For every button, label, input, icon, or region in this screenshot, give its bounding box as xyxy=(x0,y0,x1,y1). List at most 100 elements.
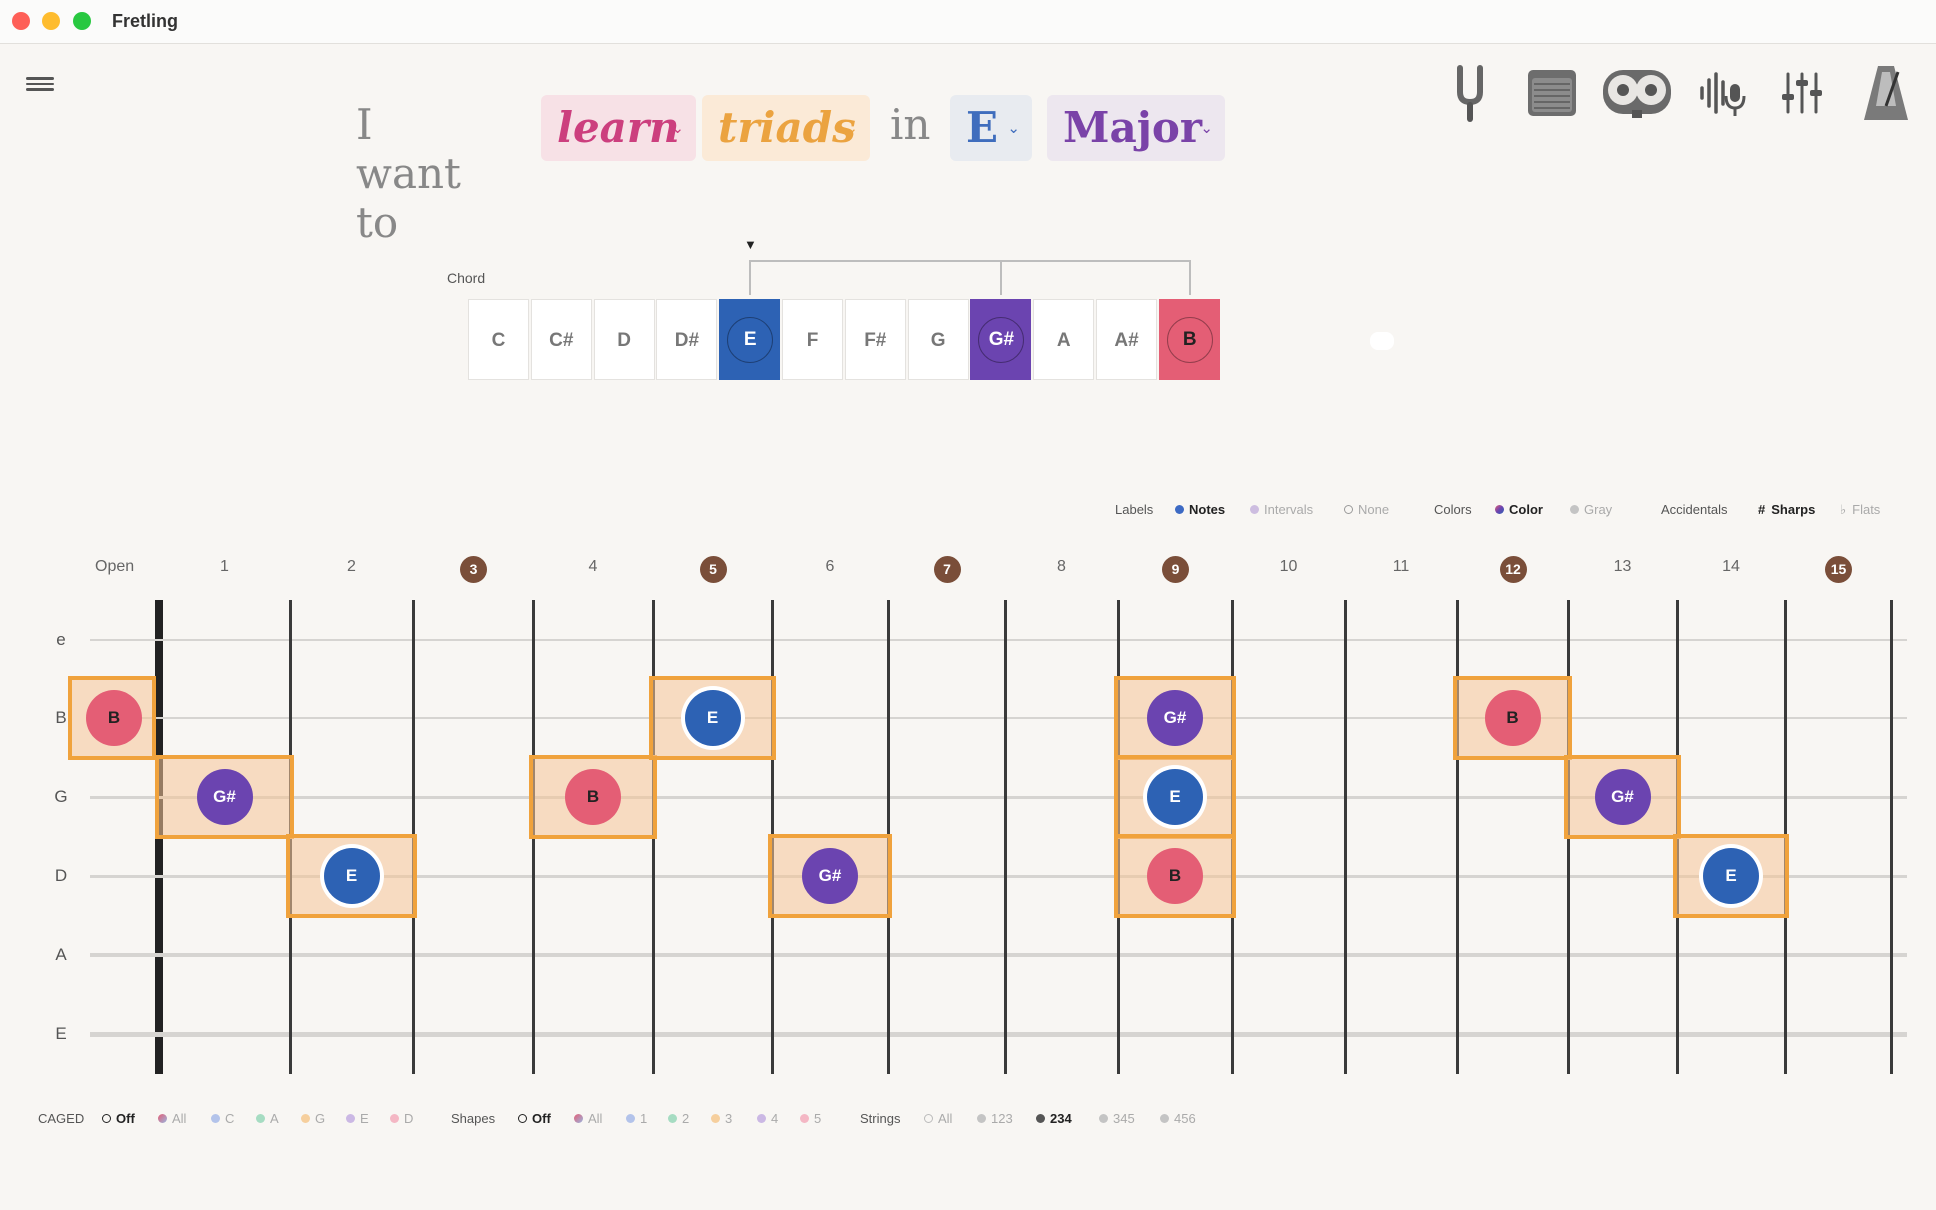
caged-option-off[interactable]: Off xyxy=(102,1111,135,1126)
shapes-option-2[interactable]: 2 xyxy=(668,1111,689,1126)
scale-value: Major xyxy=(1063,103,1203,152)
chevron-down-icon: ⌄ xyxy=(845,119,858,137)
colors-option-color[interactable]: Color xyxy=(1495,502,1543,517)
chord-key-a[interactable]: A xyxy=(1033,299,1095,380)
topic-dropdown[interactable]: triads ⌄ xyxy=(702,95,870,161)
chord-key-f-sharp[interactable]: F# xyxy=(844,299,906,380)
set-456-dot-icon xyxy=(1160,1114,1169,1123)
accidentals-option-sharps[interactable]: # Sharps xyxy=(1758,502,1815,517)
caged-option-e[interactable]: E xyxy=(346,1111,369,1126)
fret-number: 3 xyxy=(460,556,487,583)
caged-option-g[interactable]: G xyxy=(301,1111,325,1126)
chord-key-f[interactable]: F xyxy=(782,299,843,380)
amplifier-icon[interactable] xyxy=(1522,62,1582,124)
string-line-5 xyxy=(90,1031,1907,1037)
fret-note-e[interactable]: E xyxy=(684,690,741,746)
caged-option-all[interactable]: All xyxy=(158,1111,186,1126)
chord-key-c-sharp[interactable]: C# xyxy=(530,299,592,380)
chord-key-g[interactable]: G xyxy=(907,299,969,380)
chord-label: Chord xyxy=(447,270,486,286)
shapes-title: Shapes xyxy=(451,1111,496,1126)
fret-note-b[interactable]: B xyxy=(86,690,142,746)
labels-option-none[interactable]: None xyxy=(1344,502,1389,517)
shapes-option-5[interactable]: 5 xyxy=(800,1111,821,1126)
chord-key-d-sharp[interactable]: D# xyxy=(656,299,718,380)
fret-number: 15 xyxy=(1825,556,1852,583)
strings-option-123[interactable]: 123 xyxy=(977,1111,1013,1126)
hamburger-menu-icon[interactable] xyxy=(26,74,54,94)
chevron-down-icon: ⌄ xyxy=(671,119,684,137)
sharp-icon: # xyxy=(1758,502,1766,517)
labels-option-notes[interactable]: Notes xyxy=(1175,502,1225,517)
zoom-window-button[interactable] xyxy=(73,12,91,30)
caged-option-c[interactable]: C xyxy=(211,1111,234,1126)
chord-key-e[interactable]: E xyxy=(719,299,781,380)
shapes-option-1[interactable]: 1 xyxy=(626,1111,647,1126)
fret-note-g-sharp[interactable]: G# xyxy=(802,848,858,904)
tape-recorder-icon[interactable] xyxy=(1600,62,1674,124)
fret-number: 2 xyxy=(347,558,356,575)
triad-bracket xyxy=(749,260,1191,295)
fret-note-g-sharp[interactable]: G# xyxy=(1147,690,1203,746)
shapes-option-off[interactable]: Off xyxy=(518,1111,551,1126)
fret-note-b[interactable]: B xyxy=(1147,848,1203,904)
strings-option-456[interactable]: 456 xyxy=(1160,1111,1196,1126)
metronome-icon[interactable] xyxy=(1856,62,1916,124)
fret-note-e[interactable]: E xyxy=(1703,848,1759,904)
shapes-option-4[interactable]: 4 xyxy=(757,1111,778,1126)
chord-key-c[interactable]: C xyxy=(468,299,529,380)
mode-dropdown[interactable]: learn ⌄ xyxy=(541,95,696,161)
color-dot-icon xyxy=(1495,505,1504,514)
fret-number: 13 xyxy=(1613,558,1632,575)
shape-5-dot-icon xyxy=(800,1114,809,1123)
mixer-sliders-icon[interactable] xyxy=(1772,62,1832,124)
strings-option-234[interactable]: 234 xyxy=(1036,1111,1072,1126)
fret-note-g-sharp[interactable]: G# xyxy=(1594,769,1651,825)
shapes-option-3[interactable]: 3 xyxy=(711,1111,732,1126)
d-dot-icon xyxy=(390,1114,399,1123)
fret-note-e[interactable]: E xyxy=(323,848,380,904)
fret-note-b[interactable]: B xyxy=(565,769,621,825)
gray-dot-icon xyxy=(1570,505,1579,514)
audio-mic-icon[interactable] xyxy=(1692,62,1752,124)
fret-wire xyxy=(1344,600,1347,1074)
chord-key-a-sharp[interactable]: A# xyxy=(1096,299,1157,380)
key-dropdown[interactable]: E ⌄ xyxy=(950,95,1032,161)
caged-option-a[interactable]: A xyxy=(256,1111,279,1126)
chord-key-d[interactable]: D xyxy=(593,299,655,380)
fret-number: 1 xyxy=(220,558,229,575)
close-window-button[interactable] xyxy=(12,12,30,30)
root-marker-arrow: ▼ xyxy=(744,237,757,252)
fret-label-open: Open xyxy=(95,558,135,575)
fret-wire xyxy=(1456,600,1459,1074)
g-dot-icon xyxy=(301,1114,310,1123)
shapes-option-all[interactable]: All xyxy=(574,1111,602,1126)
mode-value: learn xyxy=(557,103,680,152)
accidentals-option-flats[interactable]: ♭ Flats xyxy=(1840,502,1880,518)
e-dot-icon xyxy=(346,1114,355,1123)
chord-key-g-sharp[interactable]: G# xyxy=(970,299,1032,380)
accidentals-title: Accidentals xyxy=(1661,502,1728,517)
shape-3-dot-icon xyxy=(711,1114,720,1123)
fret-note-g-sharp[interactable]: G# xyxy=(196,769,253,825)
off-circle-icon xyxy=(518,1114,527,1123)
app-title: Fretling xyxy=(112,11,178,31)
string-line-1 xyxy=(90,717,1907,719)
fret-note-b[interactable]: B xyxy=(1484,690,1541,746)
toggle-handle[interactable] xyxy=(1370,332,1394,350)
tuning-fork-icon[interactable] xyxy=(1440,62,1500,124)
strings-option-all[interactable]: All xyxy=(924,1111,952,1126)
labels-option-intervals[interactable]: Intervals xyxy=(1250,502,1313,517)
intervals-dot-icon xyxy=(1250,505,1259,514)
chord-key-label: B xyxy=(1166,317,1213,363)
fret-number: 8 xyxy=(1057,558,1066,575)
strings-option-345[interactable]: 345 xyxy=(1099,1111,1135,1126)
scale-dropdown[interactable]: Major ⌄ xyxy=(1047,95,1225,161)
all-dot-icon xyxy=(574,1114,583,1123)
colors-option-gray[interactable]: Gray xyxy=(1570,502,1612,517)
minimize-window-button[interactable] xyxy=(42,12,60,30)
fret-note-e[interactable]: E xyxy=(1147,769,1203,825)
caged-option-d[interactable]: D xyxy=(390,1111,413,1126)
chord-key-b[interactable]: B xyxy=(1158,299,1220,380)
string-label-1: B xyxy=(55,708,67,727)
